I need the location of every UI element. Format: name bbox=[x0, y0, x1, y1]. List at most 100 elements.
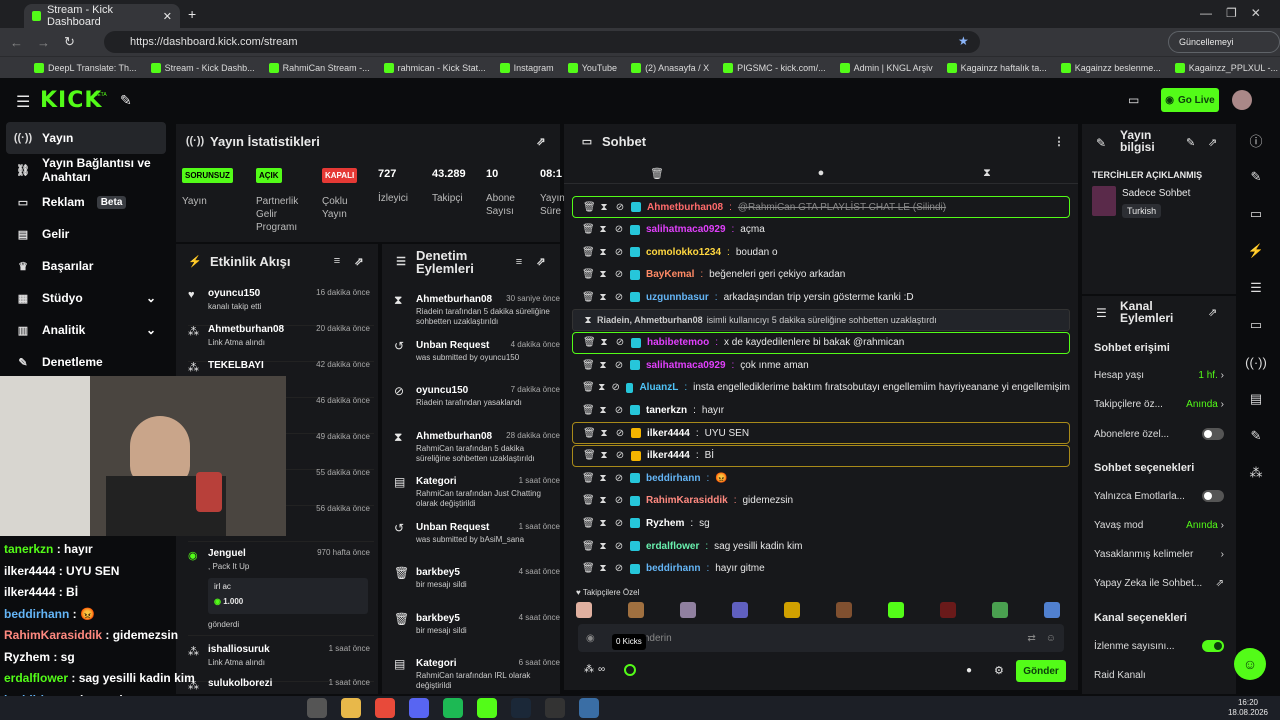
bookmark-star-icon[interactable]: ★ bbox=[958, 34, 969, 48]
chat-username[interactable]: salihatmaca0929 bbox=[646, 360, 726, 371]
delete-message-icon[interactable]: 🗑 bbox=[583, 337, 596, 348]
chat-message[interactable]: 🗑 ⧗ ⊘ Ahmetburhan08: @RahmiCan GTA PLAYLİST … bbox=[572, 196, 1070, 218]
rail-button-5[interactable]: ▭ bbox=[1240, 309, 1272, 341]
popout-icon[interactable]: ⇗ bbox=[352, 254, 366, 268]
ban-icon[interactable]: ⊘ bbox=[615, 202, 625, 213]
moderation-row[interactable]: ⧗ Ahmetburhan08 30 saniye önce Riadein tara… bbox=[394, 292, 560, 336]
delete-message-icon[interactable]: 🗑 bbox=[583, 202, 596, 213]
rail-button-6[interactable]: ((·)) bbox=[1240, 346, 1272, 378]
update-button[interactable]: Güncellemeyi tamamla bbox=[1168, 31, 1280, 67]
chat-bubble-icon[interactable]: ● bbox=[966, 665, 972, 676]
chat-username[interactable]: AluanzL bbox=[639, 382, 678, 393]
window-controls[interactable]: —❐✕ bbox=[1200, 6, 1275, 20]
obs-icon[interactable] bbox=[545, 698, 565, 718]
ban-icon[interactable]: ⊘ bbox=[614, 224, 624, 235]
discord-icon[interactable] bbox=[409, 698, 429, 718]
chat-message[interactable]: 🗑 ⧗ ⊘ BayKemal: beğeneleri geri çekiyo arkad… bbox=[572, 264, 1070, 286]
kicks-gift-row[interactable]: ◉ Jenguel, Pack It Up 970 hafta önce irl ac… bbox=[188, 544, 374, 636]
ban-icon[interactable]: ⊘ bbox=[614, 292, 624, 303]
bookmark-item[interactable]: Kagainzz haftalık ta... bbox=[946, 62, 1047, 73]
chat-username[interactable]: beddirhann bbox=[646, 563, 700, 574]
chat-message[interactable]: 🗑 ⧗ ⊘ uzgunnbasur: arkadaşından trip yersin … bbox=[572, 286, 1070, 308]
more-options-icon[interactable]: ⋮ bbox=[1052, 134, 1066, 148]
kicks-icon[interactable] bbox=[624, 664, 636, 676]
keyboard-icon[interactable]: ▭ bbox=[1128, 93, 1139, 107]
timeout-icon[interactable]: ⧗ bbox=[599, 428, 609, 439]
moderation-row[interactable]: ⧗ Ahmetburhan08 28 dakika önce RahmiCan tar… bbox=[394, 429, 560, 473]
emote-icon[interactable] bbox=[680, 602, 696, 618]
delete-message-icon[interactable]: 🗑 bbox=[583, 428, 596, 439]
chat-username[interactable]: beddirhann bbox=[646, 473, 700, 484]
timeout-icon[interactable]: ⧗ bbox=[598, 518, 608, 529]
chat-message[interactable]: ⧗ Riadein, Ahmetburhan08 isimli kullanıcıy… bbox=[572, 309, 1070, 331]
subscribers-only-toggle[interactable] bbox=[1202, 428, 1224, 440]
chat-message[interactable]: 🗑 ⧗ ⊘ salihatmaca0929: çok ınme aman bbox=[572, 354, 1070, 376]
popout-icon[interactable]: ⇗ bbox=[1208, 306, 1217, 319]
rail-button-1[interactable]: ✎ bbox=[1240, 161, 1272, 193]
ban-icon[interactable]: ⊘ bbox=[615, 337, 625, 348]
bookmark-item[interactable]: RahmiCan Stream -... bbox=[268, 62, 370, 73]
emote-icon[interactable] bbox=[940, 602, 956, 618]
delete-message-icon[interactable]: 🗑 bbox=[582, 247, 595, 258]
file-explorer-icon[interactable] bbox=[341, 698, 361, 718]
browser-tab[interactable]: Stream - Kick Dashboard ✕ bbox=[24, 4, 180, 28]
activity-row[interactable]: ⁂ sulukolborezi 1 saat önce bbox=[188, 674, 374, 694]
sidebar-item-7[interactable]: ✎ Denetleme bbox=[0, 346, 172, 378]
rail-button-2[interactable]: ▭ bbox=[1240, 198, 1272, 230]
subscribers-only-setting[interactable]: Abonelere özel... bbox=[1094, 428, 1224, 440]
chat-message[interactable]: 🗑 ⧗ ⊘ AluanzL: insta engellediklerime baktım… bbox=[572, 377, 1070, 399]
delete-message-icon[interactable]: 🗑 bbox=[582, 563, 595, 574]
slow-mode-setting[interactable]: Yavaş mod Anında › bbox=[1094, 520, 1224, 531]
emote-icon[interactable] bbox=[576, 602, 592, 618]
popout-icon[interactable]: ⇗ bbox=[1208, 136, 1217, 149]
filter-icon[interactable]: ≡ bbox=[512, 255, 526, 269]
chat-username[interactable]: Ryzhem bbox=[646, 518, 684, 529]
moderation-row[interactable]: ▤ Kategori 6 saat önce RahmiCan tarafından … bbox=[394, 656, 560, 694]
account-age-setting[interactable]: Hesap yaşı 1 hf. › bbox=[1094, 370, 1224, 381]
sidebar-item-4[interactable]: ♛ Başarılar bbox=[0, 250, 172, 282]
delete-message-icon[interactable]: 🗑 bbox=[582, 495, 595, 506]
chrome-icon[interactable] bbox=[375, 698, 395, 718]
menu-icon[interactable]: ☰ bbox=[16, 92, 30, 112]
chat-message[interactable]: 🗑 ⧗ ⊘ RahimKarasiddik: gidemezsin bbox=[572, 490, 1070, 512]
sidebar-item-5[interactable]: ▦ Stüdyo ⌄ bbox=[0, 282, 172, 314]
timeout-icon[interactable]: ⧗ bbox=[598, 382, 606, 393]
delete-message-icon[interactable]: 🗑 bbox=[582, 382, 595, 393]
delete-message-icon[interactable]: 🗑 bbox=[582, 224, 595, 235]
emote-icon[interactable] bbox=[992, 602, 1008, 618]
timeout-icon[interactable]: ⧗ bbox=[598, 224, 608, 235]
timeout-icon[interactable]: ⧗ bbox=[598, 405, 608, 416]
emote-icon[interactable] bbox=[628, 602, 644, 618]
send-button[interactable]: Gönder bbox=[1016, 660, 1066, 682]
chat-username[interactable]: comolokko1234 bbox=[646, 247, 721, 258]
filter-icon[interactable]: ≡ bbox=[330, 254, 344, 268]
emote-icon[interactable] bbox=[836, 602, 852, 618]
ban-icon[interactable]: ⊘ bbox=[612, 382, 620, 393]
chat-message[interactable]: 🗑 ⧗ ⊘ Ryzhem: sg bbox=[572, 512, 1070, 534]
sidebar-item-2[interactable]: ▭ Reklam Beta bbox=[0, 186, 172, 218]
chat-username[interactable]: ilker4444 bbox=[647, 450, 690, 461]
new-tab-icon[interactable]: + bbox=[188, 6, 196, 22]
bookmark-item[interactable]: Kagainzz_PPLXUL -... bbox=[1174, 62, 1278, 73]
emotes-only-setting[interactable]: Yalnızca Emotlarla... bbox=[1094, 490, 1224, 502]
chat-message[interactable]: 🗑 ⧗ ⊘ ilker4444: Bİ bbox=[572, 444, 1070, 467]
bookmark-item[interactable]: DeepL Translate: Th... bbox=[34, 62, 137, 73]
moderation-row[interactable]: 🗑 barkbey5 4 saat önce bir mesajı sildi bbox=[394, 611, 560, 655]
timeout-icon[interactable]: ⧗ bbox=[599, 450, 609, 461]
timeout-icon[interactable]: ⧗ bbox=[598, 563, 608, 574]
bookmark-item[interactable]: rahmican - Kick Stat... bbox=[383, 62, 486, 73]
emotes-only-toggle[interactable] bbox=[1202, 490, 1224, 502]
chat-username[interactable]: Ahmetburhan08 bbox=[647, 202, 723, 213]
popout-icon[interactable]: ⇗ bbox=[534, 255, 548, 269]
delete-message-icon[interactable]: 🗑 bbox=[582, 360, 595, 371]
delete-message-icon[interactable]: 🗑 bbox=[582, 518, 595, 529]
bookmark-item[interactable]: Instagram bbox=[499, 62, 554, 73]
help-chat-icon[interactable]: ☺ bbox=[1234, 648, 1266, 680]
hourglass-icon[interactable]: ⧗ bbox=[980, 166, 994, 180]
steam-icon[interactable] bbox=[511, 698, 531, 718]
timeout-icon[interactable]: ⧗ bbox=[599, 202, 609, 213]
sidebar-item-0[interactable]: ((·)) Yayın bbox=[6, 122, 166, 154]
avatar[interactable] bbox=[1232, 90, 1252, 110]
ban-icon[interactable]: ⊘ bbox=[615, 450, 625, 461]
emote-icon[interactable] bbox=[888, 602, 904, 618]
